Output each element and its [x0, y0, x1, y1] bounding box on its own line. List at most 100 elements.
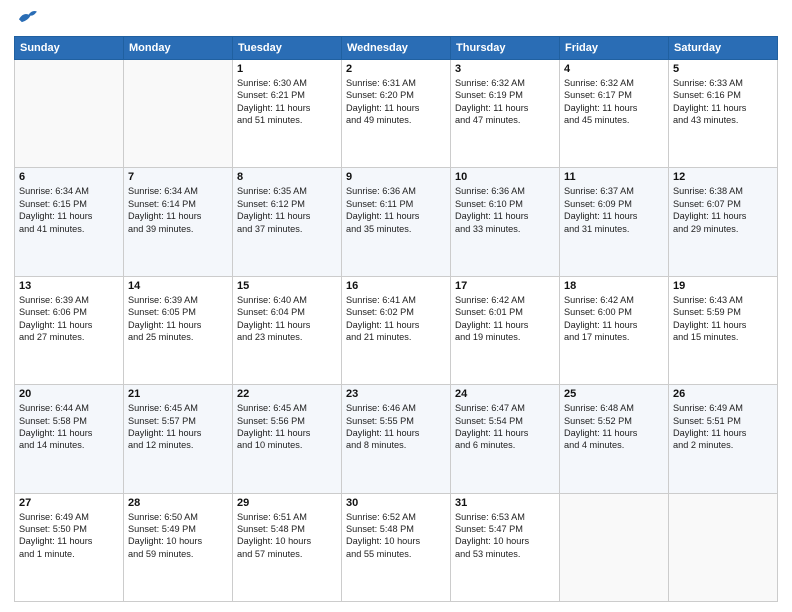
day-info: Sunrise: 6:44 AM Sunset: 5:58 PM Dayligh…: [19, 402, 119, 452]
weekday-header-friday: Friday: [560, 37, 669, 60]
calendar-cell: 28 Sunrise: 6:50 AM Sunset: 5:49 PM Dayli…: [124, 493, 233, 601]
calendar-cell: 11 Sunrise: 6:37 AM Sunset: 6:09 PM Dayli…: [560, 168, 669, 276]
day-info: Sunrise: 6:52 AM Sunset: 5:48 PM Dayligh…: [346, 511, 446, 561]
day-number: 23: [346, 388, 446, 400]
day-number: 4: [564, 63, 664, 75]
calendar-cell: [560, 493, 669, 601]
calendar-cell: 31 Sunrise: 6:53 AM Sunset: 5:47 PM Dayli…: [451, 493, 560, 601]
day-number: 19: [673, 280, 773, 292]
day-info: Sunrise: 6:32 AM Sunset: 6:19 PM Dayligh…: [455, 77, 555, 127]
day-number: 8: [237, 171, 337, 183]
day-number: 30: [346, 497, 446, 509]
calendar-cell: 17 Sunrise: 6:42 AM Sunset: 6:01 PM Dayli…: [451, 276, 560, 384]
calendar-cell: 13Sunrise: 6:39 AM Sunset: 6:06 PM Dayli…: [15, 276, 124, 384]
day-number: 31: [455, 497, 555, 509]
day-info: Sunrise: 6:34 AM Sunset: 6:15 PM Dayligh…: [19, 185, 119, 235]
day-info: Sunrise: 6:49 AM Sunset: 5:50 PM Dayligh…: [19, 511, 119, 561]
day-info: Sunrise: 6:53 AM Sunset: 5:47 PM Dayligh…: [455, 511, 555, 561]
calendar-cell: 26 Sunrise: 6:49 AM Sunset: 5:51 PM Dayli…: [669, 385, 778, 493]
calendar-cell: 20 Sunrise: 6:44 AM Sunset: 5:58 PM Dayli…: [15, 385, 124, 493]
day-info: Sunrise: 6:32 AM Sunset: 6:17 PM Dayligh…: [564, 77, 664, 127]
day-number: 15: [237, 280, 337, 292]
day-number: 17: [455, 280, 555, 292]
day-info: Sunrise: 6:37 AM Sunset: 6:09 PM Dayligh…: [564, 185, 664, 235]
calendar-cell: 15Sunrise: 6:40 AM Sunset: 6:04 PM Dayli…: [233, 276, 342, 384]
calendar-cell: 18 Sunrise: 6:42 AM Sunset: 6:00 PM Dayli…: [560, 276, 669, 384]
day-info: Sunrise: 6:39 AM Sunset: 6:05 PM Dayligh…: [128, 294, 228, 344]
day-info: Sunrise: 6:34 AM Sunset: 6:14 PM Dayligh…: [128, 185, 228, 235]
calendar-cell: 30 Sunrise: 6:52 AM Sunset: 5:48 PM Dayli…: [342, 493, 451, 601]
calendar-cell: 10 Sunrise: 6:36 AM Sunset: 6:10 PM Dayli…: [451, 168, 560, 276]
day-number: 3: [455, 63, 555, 75]
calendar-cell: 29 Sunrise: 6:51 AM Sunset: 5:48 PM Dayli…: [233, 493, 342, 601]
calendar-cell: [15, 60, 124, 168]
day-info: Sunrise: 6:50 AM Sunset: 5:49 PM Dayligh…: [128, 511, 228, 561]
day-info: Sunrise: 6:38 AM Sunset: 6:07 PM Dayligh…: [673, 185, 773, 235]
calendar-cell: 23 Sunrise: 6:46 AM Sunset: 5:55 PM Dayli…: [342, 385, 451, 493]
day-info: Sunrise: 6:41 AM Sunset: 6:02 PM Dayligh…: [346, 294, 446, 344]
calendar-cell: 9Sunrise: 6:36 AM Sunset: 6:11 PM Daylig…: [342, 168, 451, 276]
calendar-cell: 16 Sunrise: 6:41 AM Sunset: 6:02 PM Dayli…: [342, 276, 451, 384]
day-number: 14: [128, 280, 228, 292]
weekday-header-saturday: Saturday: [669, 37, 778, 60]
day-number: 12: [673, 171, 773, 183]
weekday-header-tuesday: Tuesday: [233, 37, 342, 60]
day-number: 18: [564, 280, 664, 292]
day-number: 25: [564, 388, 664, 400]
calendar-cell: 2Sunrise: 6:31 AM Sunset: 6:20 PM Daylig…: [342, 60, 451, 168]
calendar-cell: 12 Sunrise: 6:38 AM Sunset: 6:07 PM Dayli…: [669, 168, 778, 276]
calendar-cell: 5 Sunrise: 6:33 AM Sunset: 6:16 PM Daylig…: [669, 60, 778, 168]
day-number: 1: [237, 63, 337, 75]
day-number: 9: [346, 171, 446, 183]
day-info: Sunrise: 6:49 AM Sunset: 5:51 PM Dayligh…: [673, 402, 773, 452]
calendar-table: SundayMondayTuesdayWednesdayThursdayFrid…: [14, 36, 778, 602]
logo: [14, 10, 38, 28]
calendar-cell: 6 Sunrise: 6:34 AM Sunset: 6:15 PM Daylig…: [15, 168, 124, 276]
calendar-cell: 4 Sunrise: 6:32 AM Sunset: 6:17 PM Daylig…: [560, 60, 669, 168]
calendar-cell: 14 Sunrise: 6:39 AM Sunset: 6:05 PM Dayli…: [124, 276, 233, 384]
day-info: Sunrise: 6:39 AM Sunset: 6:06 PM Dayligh…: [19, 294, 119, 344]
calendar-cell: 24 Sunrise: 6:47 AM Sunset: 5:54 PM Dayli…: [451, 385, 560, 493]
day-number: 20: [19, 388, 119, 400]
calendar-cell: 3 Sunrise: 6:32 AM Sunset: 6:19 PM Daylig…: [451, 60, 560, 168]
weekday-header-wednesday: Wednesday: [342, 37, 451, 60]
calendar-cell: 8 Sunrise: 6:35 AM Sunset: 6:12 PM Daylig…: [233, 168, 342, 276]
day-number: 24: [455, 388, 555, 400]
day-number: 10: [455, 171, 555, 183]
day-number: 16: [346, 280, 446, 292]
weekday-header-sunday: Sunday: [15, 37, 124, 60]
day-number: 22: [237, 388, 337, 400]
calendar-cell: 22Sunrise: 6:45 AM Sunset: 5:56 PM Dayli…: [233, 385, 342, 493]
calendar-cell: 7 Sunrise: 6:34 AM Sunset: 6:14 PM Daylig…: [124, 168, 233, 276]
day-number: 5: [673, 63, 773, 75]
calendar-cell: 21Sunrise: 6:45 AM Sunset: 5:57 PM Dayli…: [124, 385, 233, 493]
day-info: Sunrise: 6:43 AM Sunset: 5:59 PM Dayligh…: [673, 294, 773, 344]
calendar-cell: [669, 493, 778, 601]
day-number: 26: [673, 388, 773, 400]
weekday-header-thursday: Thursday: [451, 37, 560, 60]
calendar-cell: 19 Sunrise: 6:43 AM Sunset: 5:59 PM Dayli…: [669, 276, 778, 384]
day-info: Sunrise: 6:36 AM Sunset: 6:10 PM Dayligh…: [455, 185, 555, 235]
day-info: Sunrise: 6:33 AM Sunset: 6:16 PM Dayligh…: [673, 77, 773, 127]
day-number: 29: [237, 497, 337, 509]
day-number: 2: [346, 63, 446, 75]
day-info: Sunrise: 6:47 AM Sunset: 5:54 PM Dayligh…: [455, 402, 555, 452]
day-info: Sunrise: 6:35 AM Sunset: 6:12 PM Dayligh…: [237, 185, 337, 235]
day-info: Sunrise: 6:48 AM Sunset: 5:52 PM Dayligh…: [564, 402, 664, 452]
day-info: Sunrise: 6:42 AM Sunset: 6:01 PM Dayligh…: [455, 294, 555, 344]
day-number: 27: [19, 497, 119, 509]
day-info: Sunrise: 6:42 AM Sunset: 6:00 PM Dayligh…: [564, 294, 664, 344]
day-info: Sunrise: 6:46 AM Sunset: 5:55 PM Dayligh…: [346, 402, 446, 452]
calendar-header: SundayMondayTuesdayWednesdayThursdayFrid…: [15, 37, 778, 60]
calendar-cell: 1Sunrise: 6:30 AM Sunset: 6:21 PM Daylig…: [233, 60, 342, 168]
day-number: 11: [564, 171, 664, 183]
calendar-cell: 27 Sunrise: 6:49 AM Sunset: 5:50 PM Dayli…: [15, 493, 124, 601]
day-info: Sunrise: 6:45 AM Sunset: 5:57 PM Dayligh…: [128, 402, 228, 452]
day-number: 6: [19, 171, 119, 183]
day-number: 7: [128, 171, 228, 183]
day-info: Sunrise: 6:51 AM Sunset: 5:48 PM Dayligh…: [237, 511, 337, 561]
logo-bird-icon: [16, 6, 38, 28]
calendar-cell: [124, 60, 233, 168]
day-number: 28: [128, 497, 228, 509]
page-header: [14, 10, 778, 28]
